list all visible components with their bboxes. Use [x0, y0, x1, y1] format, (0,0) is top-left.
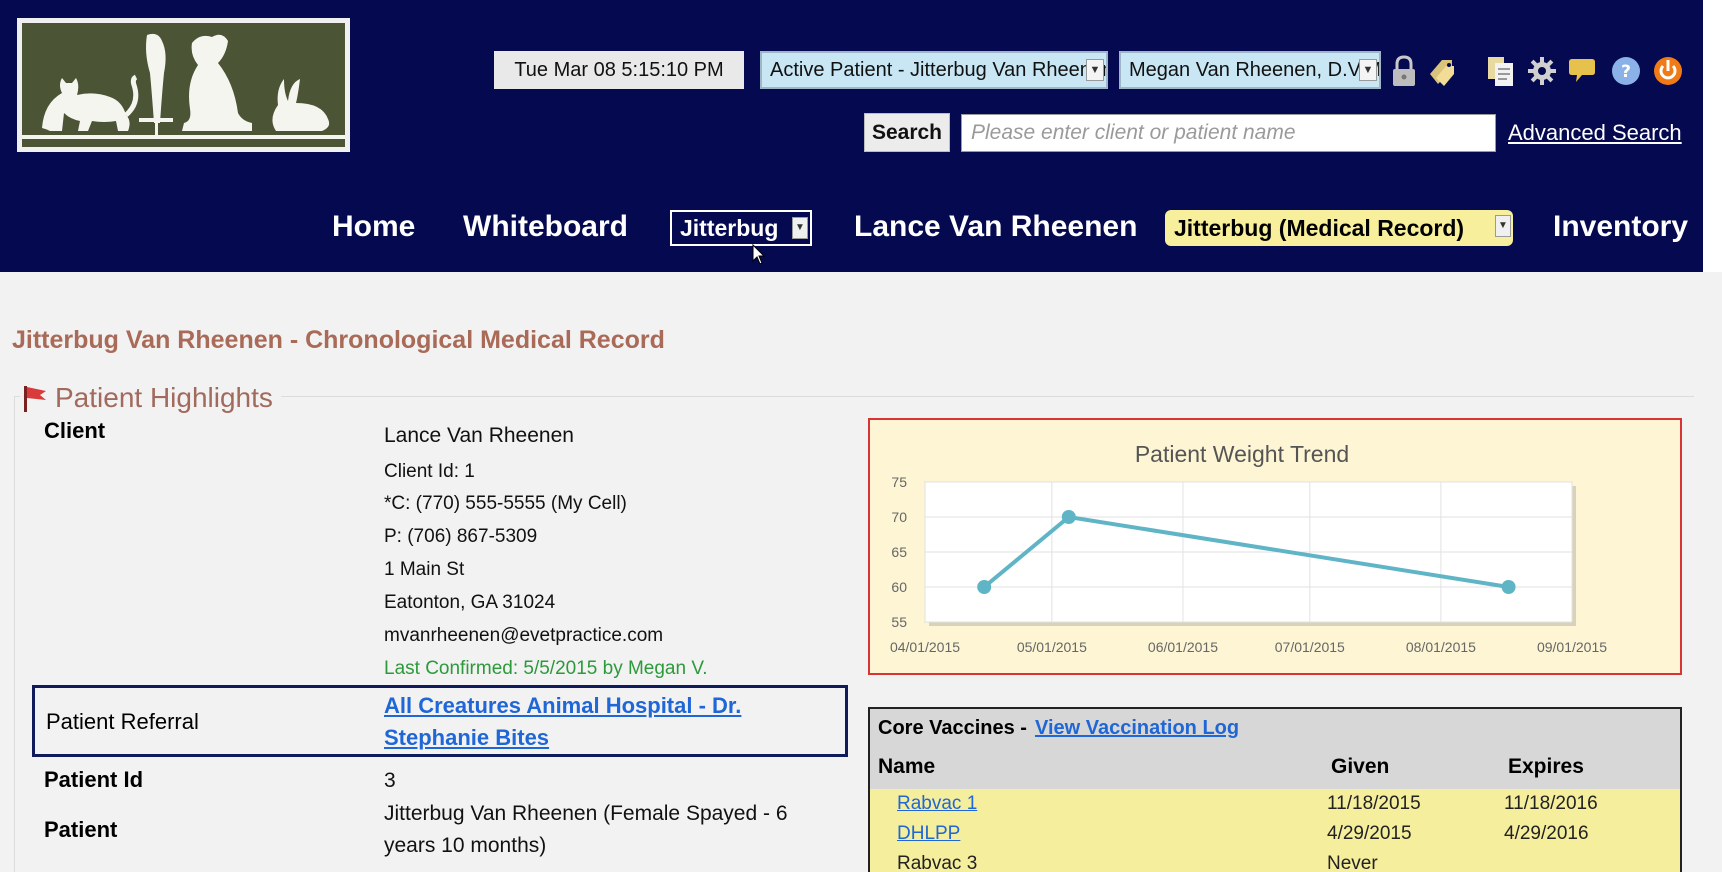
- main-content: Jitterbug Van Rheenen - Chronological Me…: [0, 272, 1722, 872]
- y-tick-label: 65: [891, 544, 907, 560]
- client-name: Lance Van Rheenen: [384, 424, 574, 447]
- patient-description-line2: years 10 months): [384, 834, 547, 857]
- chat-icon[interactable]: [1566, 54, 1598, 88]
- user-select[interactable]: Megan Van Rheenen, D.V.M. ▼: [1119, 51, 1381, 89]
- vaccine-name-column-header: Name: [878, 755, 936, 778]
- vaccine-given-date: 11/18/2015: [1327, 793, 1421, 814]
- client-phone: P: (706) 867-5309: [384, 526, 538, 547]
- patient-referral-line2[interactable]: Stephanie Bites: [384, 722, 814, 754]
- patient-label: Patient: [44, 817, 118, 842]
- core-vaccines-header: Core Vaccines - View Vaccination Log: [878, 717, 1239, 740]
- x-tick-label: 06/01/2015: [1148, 639, 1218, 655]
- nav-patient-label: Jitterbug: [680, 215, 779, 241]
- chart-title: Patient Weight Trend: [1135, 441, 1349, 467]
- weight-trend-chart-panel: Patient Weight Trend 55 60 65 70 75 04/01/2015…: [868, 418, 1682, 675]
- animals-silhouette-logo: [22, 33, 345, 139]
- weight-trend-chart: Patient Weight Trend 55 60 65 70 75 04/01/2015…: [890, 441, 1607, 655]
- page: Tue Mar 08 5:15:10 PM Active Patient - J…: [0, 0, 1722, 872]
- svg-text:?: ?: [1621, 62, 1631, 82]
- nav-medical-record-select[interactable]: Jitterbug (Medical Record) ▼: [1165, 210, 1513, 246]
- vaccine-name[interactable]: DHLPP: [897, 823, 960, 845]
- chevron-down-icon[interactable]: ▼: [1495, 215, 1511, 237]
- vaccine-row: DHLPP 4/29/2015 4/29/2016: [870, 823, 1680, 853]
- x-tick-label: 08/01/2015: [1406, 639, 1476, 655]
- nav-inventory[interactable]: Inventory: [1553, 204, 1688, 250]
- client-label: Client: [44, 418, 106, 443]
- client-street: 1 Main St: [384, 559, 465, 580]
- documents-icon[interactable]: [1484, 54, 1516, 88]
- y-tick-label: 70: [891, 509, 907, 525]
- nav-client[interactable]: Lance Van Rheenen: [854, 204, 1137, 250]
- search-input[interactable]: Please enter client or patient name: [961, 114, 1496, 152]
- vaccine-name: Rabvac 3: [897, 853, 978, 872]
- gear-icon[interactable]: [1526, 54, 1558, 88]
- active-patient-select-value: Active Patient - Jitterbug Van Rheenen: [770, 59, 1108, 81]
- x-tick-label: 09/01/2015: [1537, 639, 1607, 655]
- x-tick-label: 07/01/2015: [1275, 639, 1345, 655]
- practice-logo[interactable]: [17, 18, 350, 152]
- core-vaccines-panel: Core Vaccines - View Vaccination Log Name…: [868, 707, 1682, 872]
- vaccine-expires-column-header: Expires: [1508, 755, 1584, 778]
- weight-data-point: [1501, 580, 1516, 594]
- vaccine-name[interactable]: Rabvac 1: [897, 793, 977, 815]
- patient-highlights-legend: Patient Highlights: [20, 380, 281, 416]
- view-vaccination-log-link[interactable]: View Vaccination Log: [1035, 717, 1239, 739]
- weight-data-point: [1061, 510, 1076, 524]
- patient-referral-line1[interactable]: All Creatures Animal Hospital - Dr.: [384, 690, 814, 722]
- y-tick-label: 75: [891, 474, 907, 490]
- mouse-cursor-icon: [752, 244, 766, 265]
- clock-display: Tue Mar 08 5:15:10 PM: [494, 51, 744, 89]
- nav-home[interactable]: Home: [332, 204, 415, 250]
- vaccine-row: Rabvac 1 11/18/2015 11/18/2016: [870, 793, 1680, 823]
- help-icon[interactable]: ?: [1610, 54, 1642, 88]
- chevron-down-icon[interactable]: ▼: [1359, 59, 1377, 81]
- patient-id-value: 3: [384, 769, 396, 792]
- chevron-down-icon[interactable]: ▼: [792, 217, 808, 239]
- vaccine-expires-date: 11/18/2016: [1504, 793, 1598, 814]
- x-tick-label: 05/01/2015: [1017, 639, 1087, 655]
- client-id: Client Id: 1: [384, 461, 475, 482]
- nav-patient-select[interactable]: Jitterbug ▼: [670, 210, 812, 246]
- lock-icon[interactable]: [1388, 54, 1420, 88]
- patient-referral-label: Patient Referral: [46, 709, 199, 734]
- patient-highlights-title: Patient Highlights: [55, 382, 273, 413]
- tags-icon[interactable]: [1426, 54, 1458, 88]
- y-tick-label: 60: [891, 579, 907, 595]
- app-header: Tue Mar 08 5:15:10 PM Active Patient - J…: [0, 0, 1703, 272]
- vaccine-row: Rabvac 3 Never: [870, 853, 1680, 872]
- search-button[interactable]: Search: [864, 113, 950, 152]
- nav-whiteboard[interactable]: Whiteboard: [463, 204, 628, 250]
- client-city: Eatonton, GA 31024: [384, 592, 556, 613]
- patient-id-label: Patient Id: [44, 767, 144, 792]
- page-title: Jitterbug Van Rheenen - Chronological Me…: [12, 326, 665, 354]
- user-select-value: Megan Van Rheenen, D.V.M.: [1129, 59, 1381, 81]
- client-cell-phone: *C: (770) 555-5555 (My Cell): [384, 493, 627, 514]
- client-email: mvanrheenen@evetpractice.com: [384, 625, 664, 646]
- flag-icon: [24, 386, 46, 412]
- weight-data-point: [977, 580, 992, 594]
- client-last-confirmed: Last Confirmed: 5/5/2015 by Megan V.: [384, 658, 708, 679]
- core-vaccines-title: Core Vaccines -: [878, 717, 1027, 739]
- chevron-down-icon[interactable]: ▼: [1086, 59, 1104, 81]
- vaccine-given-column-header: Given: [1331, 755, 1390, 778]
- vaccine-given-date: Never: [1327, 853, 1378, 872]
- patient-referral-link[interactable]: All Creatures Animal Hospital - Dr. Step…: [384, 690, 814, 754]
- advanced-search-link[interactable]: Advanced Search: [1508, 118, 1682, 148]
- nav-medical-record-label: Jitterbug (Medical Record): [1174, 215, 1465, 241]
- y-tick-label: 55: [891, 614, 907, 630]
- patient-description-line1: Jitterbug Van Rheenen (Female Spayed - 6: [384, 802, 788, 825]
- power-icon[interactable]: [1652, 54, 1684, 88]
- x-tick-label: 04/01/2015: [890, 639, 960, 655]
- vaccine-rows: Rabvac 1 11/18/2015 11/18/2016 DHLPP 4/29/20…: [870, 789, 1680, 872]
- vaccine-expires-date: 4/29/2016: [1504, 823, 1589, 844]
- active-patient-select[interactable]: Active Patient - Jitterbug Van Rheenen ▼: [760, 51, 1108, 89]
- vaccine-given-date: 4/29/2015: [1327, 823, 1412, 844]
